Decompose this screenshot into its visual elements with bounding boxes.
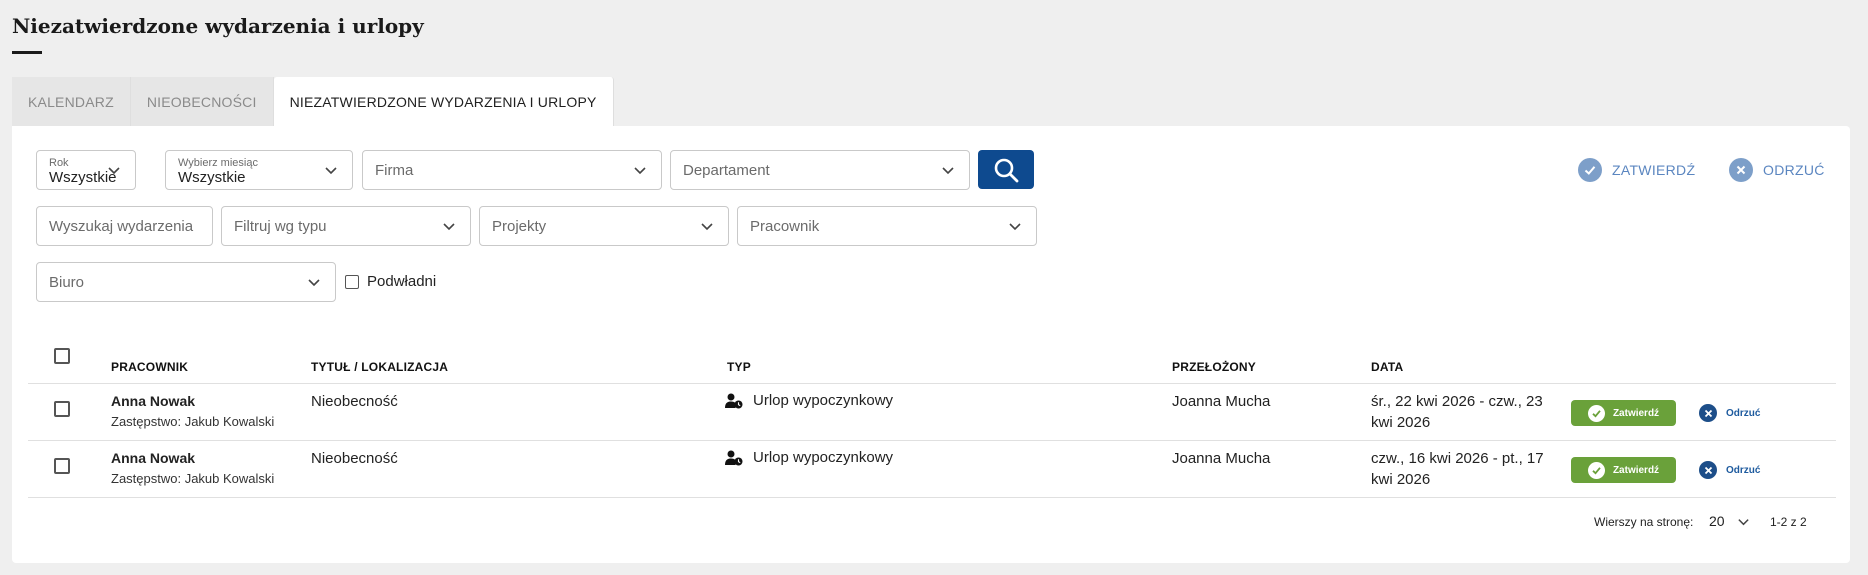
month-select-label: Wybierz miesiąc (178, 156, 258, 169)
date-range-line2: kwi 2026 (1371, 414, 1431, 431)
row-checkbox[interactable] (54, 458, 70, 474)
projects-select[interactable]: Projekty (479, 206, 729, 246)
column-header-type[interactable]: TYP (727, 360, 751, 374)
employee-select-placeholder: Pracownik (750, 217, 820, 235)
date-range-line2: kwi 2026 (1371, 471, 1431, 488)
user-clock-icon (725, 393, 743, 408)
rows-per-page-value: 20 (1709, 513, 1725, 529)
approve-button-label: Zatwierdź (1612, 464, 1660, 476)
tab-absences[interactable]: NIEOBECNOŚCI (130, 77, 274, 126)
main-panel: Rok Wszystkie Wybierz miesiąc Wszystkie … (12, 126, 1850, 563)
substitute-text: Zastępstwo: Jakub Kowalski (111, 471, 275, 486)
date-range-line1: śr., 22 kwi 2026 - czw., 23 (1371, 393, 1543, 410)
approve-button-label: Zatwierdź (1612, 407, 1660, 419)
company-select-placeholder: Firma (375, 161, 414, 179)
reject-selected-label: ODRZUĆ (1763, 162, 1825, 178)
close-circle-icon (1729, 158, 1753, 182)
month-select[interactable]: Wybierz miesiąc Wszystkie (165, 150, 353, 190)
year-select-label: Rok (49, 156, 69, 169)
tab-bar: KALENDARZ NIEOBECNOŚCI NIEZATWIERDZONE W… (12, 77, 614, 126)
row-checkbox[interactable] (54, 401, 70, 417)
reject-button-label: Odrzuć (1726, 464, 1761, 476)
subordinates-label: Podwładni (367, 273, 437, 290)
approve-button[interactable]: Zatwierdź (1571, 400, 1676, 426)
office-select[interactable]: Biuro (36, 262, 336, 302)
department-select-placeholder: Departament (683, 161, 770, 179)
event-type: Urlop wypoczynkowy (725, 449, 893, 466)
chevron-down-icon (1009, 223, 1021, 231)
approve-button[interactable]: Zatwierdź (1571, 457, 1676, 483)
close-circle-icon (1699, 461, 1717, 479)
rows-per-page-label: Wierszy na stronę: (1594, 515, 1694, 529)
page-title: Niezatwierdzone wydarzenia i urlopy (12, 14, 424, 38)
search-button[interactable] (978, 150, 1034, 189)
reject-button[interactable]: Odrzuć (1699, 404, 1760, 422)
rows-per-page-select[interactable]: 20 (1709, 513, 1750, 529)
check-circle-icon (1587, 461, 1605, 479)
supervisor-name: Joanna Mucha (1172, 393, 1271, 410)
type-filter-select[interactable]: Filtruj wg typu (221, 206, 471, 246)
event-title: Nieobecność (311, 450, 398, 467)
tab-calendar[interactable]: KALENDARZ (12, 77, 131, 126)
chevron-down-icon (325, 167, 337, 175)
reject-button[interactable]: Odrzuć (1699, 461, 1760, 479)
chevron-down-icon (942, 167, 954, 175)
subordinates-toggle[interactable]: Podwładni (345, 273, 436, 290)
row-divider (28, 497, 1836, 498)
search-events-input[interactable]: Wyszukaj wydarzenia (36, 206, 213, 246)
department-select[interactable]: Departament (670, 150, 970, 190)
select-all-checkbox[interactable] (54, 348, 70, 364)
month-select-value: Wszystkie (178, 168, 246, 186)
approve-selected-label: ZATWIERDŹ (1612, 162, 1696, 178)
projects-select-placeholder: Projekty (492, 217, 547, 235)
employee-name: Anna Nowak (111, 393, 196, 409)
event-title: Nieobecność (311, 393, 398, 410)
date-range-line1: czw., 16 kwi 2026 - pt., 17 (1371, 450, 1544, 467)
chevron-down-icon (443, 223, 455, 231)
tab-unapproved-events[interactable]: NIEZATWIERDZONE WYDARZENIA I URLOPY (273, 77, 614, 126)
company-select[interactable]: Firma (362, 150, 662, 190)
row-divider (28, 440, 1836, 441)
check-circle-icon (1587, 404, 1605, 422)
supervisor-name: Joanna Mucha (1172, 450, 1271, 467)
event-type-label: Urlop wypoczynkowy (753, 392, 894, 409)
substitute-text: Zastępstwo: Jakub Kowalski (111, 414, 275, 429)
employee-name: Anna Nowak (111, 450, 196, 466)
chevron-down-icon (634, 167, 646, 175)
title-underline (12, 51, 42, 54)
approve-selected-button[interactable]: ZATWIERDŹ (1578, 158, 1695, 182)
column-header-date[interactable]: DATA (1371, 360, 1403, 374)
pagination-range: 1-2 z 2 (1770, 515, 1807, 529)
close-circle-icon (1699, 404, 1717, 422)
chevron-down-icon (701, 223, 713, 231)
column-header-employee[interactable]: PRACOWNIK (111, 360, 188, 374)
chevron-down-icon (108, 167, 120, 175)
employee-select[interactable]: Pracownik (737, 206, 1037, 246)
type-filter-placeholder: Filtruj wg typu (234, 217, 327, 235)
chevron-down-icon (308, 279, 320, 287)
event-type: Urlop wypoczynkowy (725, 392, 893, 409)
check-circle-icon (1578, 158, 1602, 182)
header-divider (28, 383, 1836, 384)
subordinates-checkbox[interactable] (345, 274, 359, 289)
office-select-placeholder: Biuro (49, 273, 85, 291)
reject-selected-button[interactable]: ODRZUĆ (1729, 158, 1825, 182)
user-clock-icon (725, 450, 743, 465)
reject-button-label: Odrzuć (1726, 407, 1761, 419)
chevron-down-icon (1737, 518, 1749, 525)
search-icon (994, 158, 1019, 182)
event-type-label: Urlop wypoczynkowy (753, 449, 894, 466)
search-events-placeholder: Wyszukaj wydarzenia (49, 217, 194, 235)
column-header-supervisor[interactable]: PRZEŁOŻONY (1172, 360, 1256, 374)
year-select[interactable]: Rok Wszystkie (36, 150, 136, 190)
column-header-title[interactable]: TYTUŁ / LOKALIZACJA (311, 360, 448, 374)
